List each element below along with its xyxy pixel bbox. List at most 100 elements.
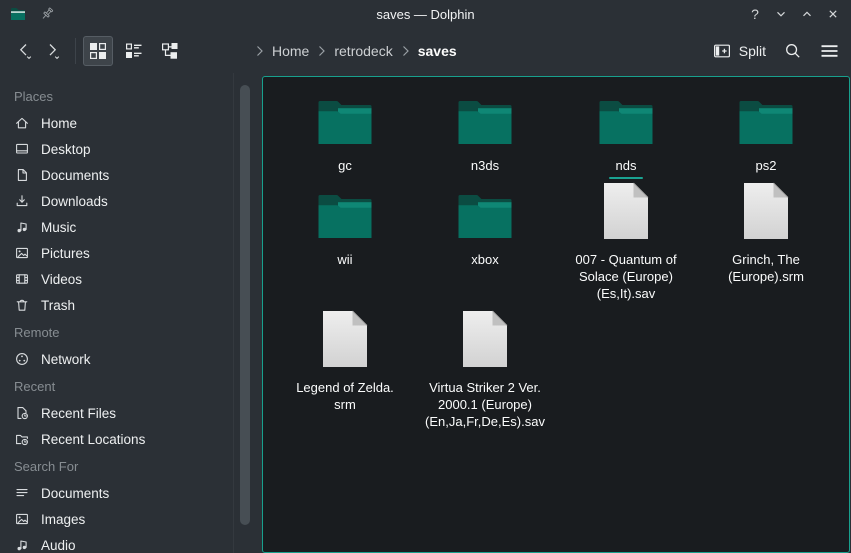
sidebar-item-home[interactable]: Home (0, 110, 258, 136)
back-button[interactable] (10, 36, 38, 66)
sidebar-item-trash[interactable]: Trash (0, 292, 258, 318)
sidebar-item-label: Desktop (41, 142, 91, 157)
file-item[interactable]: Grinch, The(Europe).srm (696, 185, 836, 285)
images-icon (14, 511, 30, 527)
folder-item[interactable]: n3ds (415, 91, 555, 174)
videos-icon (14, 271, 30, 287)
folder-item[interactable]: wii (275, 185, 415, 268)
toolbar-separator (75, 38, 76, 64)
folder-view[interactable]: gc n3ds nds ps2 wii xbox 007 - Quantum o… (262, 76, 850, 553)
folder-icon (738, 98, 794, 149)
sidebar-item-label: Audio (41, 538, 76, 553)
folder-item[interactable]: xbox (415, 185, 555, 268)
details-view-button[interactable] (119, 36, 149, 66)
breadcrumb: Home retrodeck saves (255, 43, 463, 59)
item-label: ps2 (696, 157, 836, 174)
sidebar-item-label: Documents (41, 168, 109, 183)
menu-button[interactable] (820, 43, 839, 59)
split-label: Split (739, 43, 766, 59)
dolphin-window: saves — Dolphin ? (0, 0, 851, 553)
compact-view-button[interactable] (155, 36, 185, 66)
icons-view-button[interactable] (83, 36, 113, 66)
hover-underline (609, 177, 643, 179)
folder-item[interactable]: nds (556, 91, 696, 179)
split-icon (713, 43, 731, 59)
file-item[interactable]: Legend of Zelda.srm (275, 313, 415, 413)
folder-item[interactable]: gc (275, 91, 415, 174)
section-header-recent: Recent (0, 372, 258, 400)
breadcrumb-item-home[interactable]: Home (266, 43, 315, 59)
sidebar-item-music[interactable]: Music (0, 214, 258, 240)
search-icon[interactable] (784, 42, 802, 60)
music-icon (14, 219, 30, 235)
sidebar-scrollbar[interactable] (240, 85, 250, 525)
sidebar-item-images[interactable]: Images (0, 506, 258, 532)
file-icon (743, 182, 789, 243)
maximize-button[interactable] (799, 6, 815, 22)
sidebar-item-label: Recent Files (41, 406, 116, 421)
folder-icon (457, 98, 513, 149)
sidebar-item-videos[interactable]: Videos (0, 266, 258, 292)
network-icon (14, 351, 30, 367)
home-icon (14, 115, 30, 131)
file-item[interactable]: 007 - Quantum ofSolace (Europe)(Es,It).s… (556, 185, 696, 302)
window-title: saves — Dolphin (0, 7, 851, 22)
section-header-places: Places (0, 82, 258, 110)
sidebar-item-network[interactable]: Network (0, 346, 258, 372)
sidebar-item-label: Network (41, 352, 91, 367)
folder-icon (317, 192, 373, 243)
sidebar-item-desktop[interactable]: Desktop (0, 136, 258, 162)
item-label: 007 - Quantum ofSolace (Europe)(Es,It).s… (556, 251, 696, 302)
file-icon (603, 182, 649, 243)
trash-icon (14, 297, 30, 313)
breadcrumb-chevron-icon (255, 45, 264, 57)
close-icon[interactable] (825, 6, 841, 22)
minimize-button[interactable] (773, 6, 789, 22)
folder-icon (457, 192, 513, 243)
places-panel: Places Home Desktop Documents Downloads Music… (0, 73, 258, 553)
breadcrumb-item-saves[interactable]: saves (412, 43, 463, 59)
sidebar-item-recent-files[interactable]: Recent Files (0, 400, 258, 426)
folder-item[interactable]: ps2 (696, 91, 836, 174)
breadcrumb-chevron-icon (317, 45, 326, 57)
sidebar-item-label: Downloads (41, 194, 108, 209)
forward-button[interactable] (38, 36, 66, 66)
sidebar-item-documents[interactable]: Documents (0, 162, 258, 188)
pin-button[interactable] (38, 5, 56, 23)
file-icon (462, 310, 508, 371)
desktop-icon (14, 141, 30, 157)
breadcrumb-item-retrodeck[interactable]: retrodeck (328, 43, 398, 59)
sidebar-item-label: Videos (41, 272, 82, 287)
sidebar-item-downloads[interactable]: Downloads (0, 188, 258, 214)
item-label: nds (556, 157, 696, 179)
audio-icon (14, 537, 30, 553)
sidebar-item-label: Images (41, 512, 85, 527)
file-icon (322, 310, 368, 371)
sidebar-item-label: Music (41, 220, 76, 235)
folder-icon (598, 98, 654, 149)
sidebar-item-label: Pictures (41, 246, 90, 261)
recent-locations-icon (14, 431, 30, 447)
recent-files-icon (14, 405, 30, 421)
sidebar-item-recent-locations[interactable]: Recent Locations (0, 426, 258, 452)
item-label: xbox (415, 251, 555, 268)
item-label: Virtua Striker 2 Ver.2000.1 (Europe)(En,… (415, 379, 555, 430)
item-label: Grinch, The(Europe).srm (696, 251, 836, 285)
folder-icon (317, 98, 373, 149)
file-item[interactable]: Virtua Striker 2 Ver.2000.1 (Europe)(En,… (415, 313, 555, 430)
toolbar: Home retrodeck saves Split (0, 28, 851, 73)
help-button[interactable]: ? (747, 6, 763, 22)
section-header-search-for: Search For (0, 452, 258, 480)
app-folder-icon[interactable] (10, 6, 28, 22)
pictures-icon (14, 245, 30, 261)
downloads-icon (14, 193, 30, 209)
documents-icon (14, 167, 30, 183)
sidebar-item-documents[interactable]: Documents (0, 480, 258, 506)
sidebar-item-label: Recent Locations (41, 432, 145, 447)
section-header-remote: Remote (0, 318, 258, 346)
sidebar-item-audio[interactable]: Audio (0, 532, 258, 553)
item-label: gc (275, 157, 415, 174)
split-button[interactable]: Split (713, 43, 766, 59)
sidebar-item-label: Home (41, 116, 77, 131)
sidebar-item-pictures[interactable]: Pictures (0, 240, 258, 266)
